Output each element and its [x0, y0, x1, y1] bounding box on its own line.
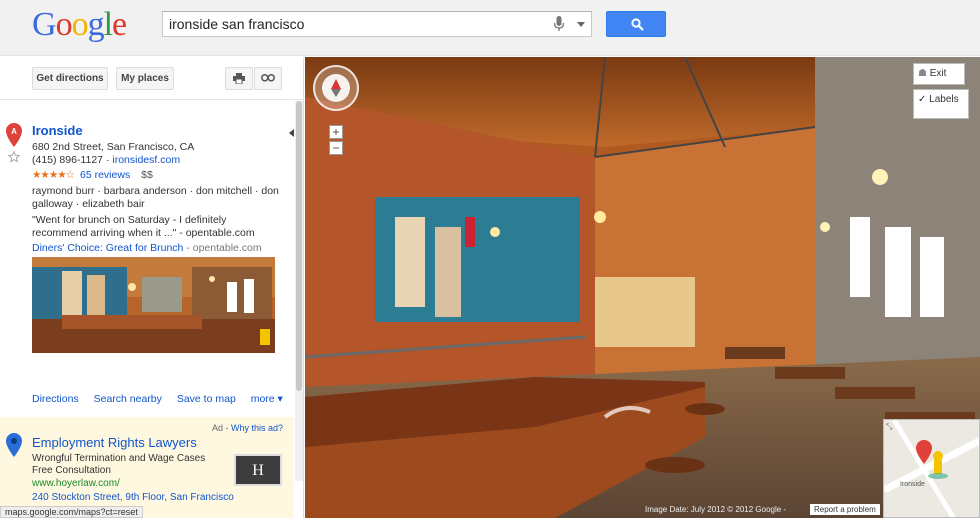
logo-letter: l [103, 6, 114, 43]
logo-letter: G [32, 6, 57, 43]
ad-text-line-2: Free Consultation [32, 465, 111, 476]
exit-street-view-button[interactable]: ☗ Exit [913, 63, 965, 85]
review-quote-line-1: "Went for brunch on Saturday - I definit… [32, 214, 227, 226]
image-date-copyright: Image Date: July 2012 © 2012 Google - [645, 505, 787, 514]
ad-address-link[interactable]: 240 Stockton Street, 9th Floor, San Fran… [32, 492, 234, 503]
separator: · [105, 154, 110, 166]
status-bar-url: maps.google.com/maps?ct=reset [0, 506, 143, 518]
search-button[interactable] [606, 11, 666, 37]
why-this-ad-link[interactable]: Why this ad? [231, 423, 283, 433]
place-address: 680 2nd Street, San Francisco, CA [32, 141, 195, 153]
place-phone-website: (415) 896-1127 · ironsidesf.com [32, 154, 180, 166]
search-nearby-link[interactable]: Search nearby [94, 393, 162, 405]
ad-badge: Ad [212, 423, 224, 433]
street-view-panorama[interactable]: + − ☗ Exit ✓ Labels Image Date: July 201… [305, 57, 980, 518]
zoom-out-button[interactable]: − [329, 141, 343, 155]
print-icon [233, 73, 245, 85]
report-problem-link[interactable]: Report a problem [810, 504, 880, 515]
save-to-map-link[interactable]: Save to map [177, 393, 236, 405]
checkmark-icon: ✓ [918, 94, 927, 105]
ad-text-line-1: Wrongful Termination and Wage Cases [32, 453, 206, 464]
place-website-link[interactable]: ironsidesf.com [112, 154, 180, 166]
sponsored-ad: Ad - Why this ad? Employment Rights Lawy… [0, 417, 294, 518]
restaurant-interior-image [305, 57, 980, 518]
microphone-icon[interactable] [553, 16, 565, 32]
panel-toolbar: Get directions My places [0, 57, 303, 100]
review-quote-line-2: recommend arriving when it ..." - openta… [32, 227, 255, 239]
result-actions: Directions Search nearby Save to map mor… [32, 393, 295, 405]
place-photo[interactable] [32, 257, 275, 353]
place-title[interactable]: Ironside [32, 123, 83, 138]
my-places-button[interactable]: My places [116, 67, 174, 90]
panel-scrollbar[interactable] [295, 101, 303, 481]
exit-label: Exit [929, 68, 947, 79]
scrollbar-thumb[interactable] [296, 101, 302, 391]
search-options-dropdown-icon[interactable] [577, 22, 585, 27]
ad-label-row: Ad - Why this ad? [212, 423, 284, 433]
search-icon [631, 18, 644, 31]
mini-map[interactable]: Ironside ⤡ [883, 419, 980, 518]
link-icon [261, 74, 275, 82]
hoyer-law-logo[interactable]: H [234, 454, 282, 486]
more-dropdown[interactable]: more ▾ [251, 393, 283, 405]
tags-line-1: raymond burr · barbara anderson · don mi… [32, 185, 279, 197]
svg-text:A: A [11, 127, 17, 136]
svg-text:Ironside: Ironside [900, 481, 925, 488]
directions-link[interactable]: Directions [32, 393, 79, 405]
pegman-compass-control[interactable] [313, 65, 359, 111]
search-input[interactable] [163, 12, 543, 36]
search-box[interactable] [162, 11, 592, 37]
link-button[interactable] [254, 67, 282, 90]
labels-toggle-button[interactable]: ✓ Labels [913, 89, 969, 119]
rotate-compass-icon [322, 74, 350, 102]
labels-label: Labels [929, 94, 959, 105]
reviews-link[interactable]: 65 reviews [80, 169, 130, 181]
logo-letter: o [55, 6, 73, 43]
diners-choice-source: - opentable.com [183, 242, 262, 254]
red-marker-pin-icon[interactable]: A [6, 123, 22, 147]
results-panel: Get directions My places A Ironside 680 … [0, 57, 304, 518]
pegman-icon: ☗ [918, 68, 927, 79]
logo-letter: g [87, 6, 105, 43]
zoom-in-button[interactable]: + [329, 125, 343, 139]
tags-line-2: galloway · elizabeth bair [32, 198, 145, 210]
logo-letter: e [112, 6, 127, 43]
header: Google [0, 0, 980, 56]
ad-title-link[interactable]: Employment Rights Lawyers [32, 435, 197, 450]
rating-row: ★★★★☆ 65 reviews $$ [32, 169, 153, 181]
blue-marker-pin-icon[interactable] [6, 433, 22, 457]
price-level: $$ [141, 169, 153, 181]
logo-letter: o [71, 6, 89, 43]
get-directions-button[interactable]: Get directions [32, 67, 108, 90]
star-save-icon[interactable] [8, 151, 20, 163]
expand-map-icon[interactable]: ⤡ [886, 422, 892, 432]
ad-url[interactable]: www.hoyerlaw.com/ [32, 478, 120, 489]
google-logo[interactable]: Google [32, 6, 127, 44]
rating-stars: ★★★★☆ [32, 169, 75, 181]
mini-map-graphic: Ironside [884, 420, 979, 517]
diners-choice: Diners' Choice: Great for Brunch - opent… [32, 242, 262, 254]
print-button[interactable] [225, 67, 253, 90]
collapse-panel-arrow-icon[interactable] [289, 129, 294, 137]
diners-choice-link[interactable]: Diners' Choice: Great for Brunch [32, 242, 183, 254]
place-phone: (415) 896-1127 [32, 154, 104, 166]
